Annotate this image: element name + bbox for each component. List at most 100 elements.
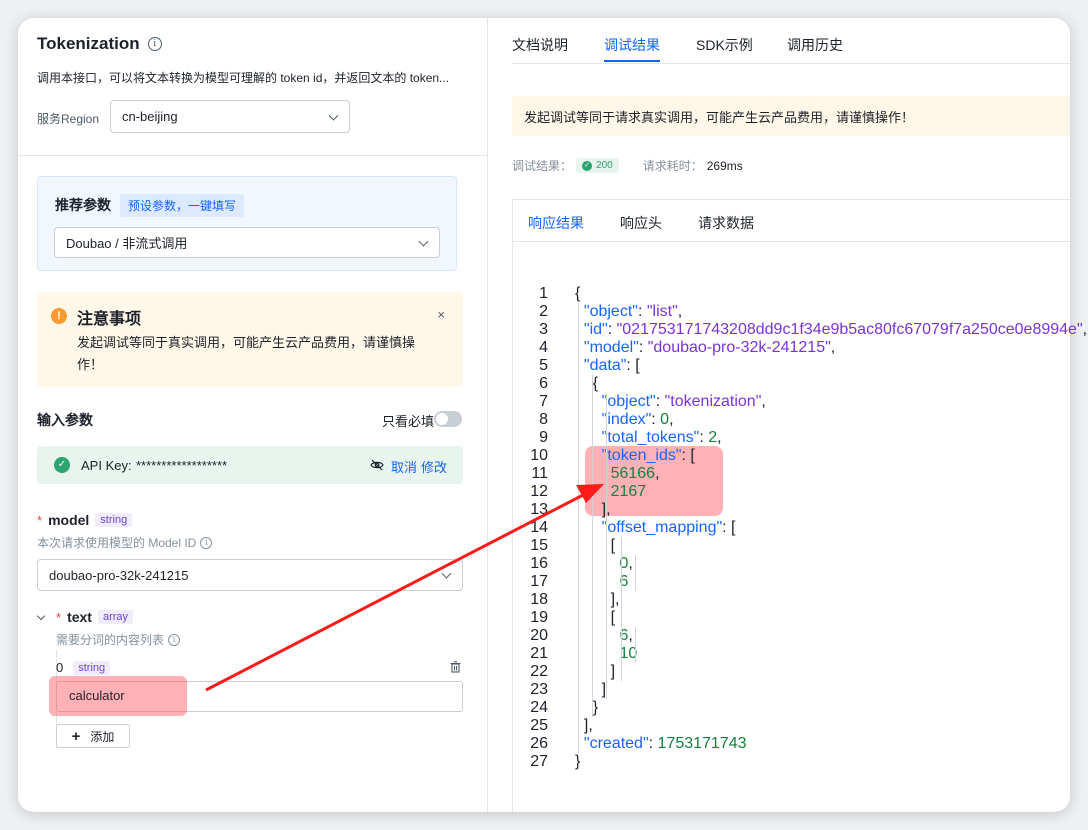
info-icon[interactable]: i [168,633,181,646]
code-text: [ [575,609,616,626]
line-number: 4 [539,339,548,356]
line-number: 12 [530,483,548,500]
recommend-title: 推荐参数 [55,197,111,213]
status-row: 调试结果： ✓ 200 请求耗时： 269ms [512,157,743,174]
close-icon[interactable]: × [437,307,445,322]
top-tabs: 文档说明 调试结果 SDK示例 调用历史 [512,18,1070,64]
code-text: "model": "doubao-pro-32k-241215", [583,339,836,356]
text-type-tag: array [97,610,134,624]
info-icon[interactable]: i [200,536,213,549]
recommend-select-value: Doubao / 非流式调用 [66,236,188,251]
region-label: 服务Region [37,112,100,126]
plus-icon: + [71,727,81,745]
model-select-value: doubao-pro-32k-241215 [49,567,189,583]
api-key-edit-button[interactable]: 修改 [421,457,447,476]
model-type-tag: string [95,513,133,527]
region-select[interactable]: cn-beijing [110,100,350,133]
line-number: 27 [530,753,548,770]
line-number: 2 [539,303,548,320]
text-desc-text: 需要分词的内容列表 [56,633,165,647]
eye-off-icon[interactable] [370,458,384,472]
api-key-cancel-button[interactable]: 取消 [391,457,417,476]
recommend-params-box: 推荐参数 预设参数，一键填写 Doubao / 非流式调用 [37,176,457,271]
tab-debug-results[interactable]: 调试结果 [604,35,660,55]
code-text: 56166, [610,465,660,482]
line-number: 18 [530,591,548,608]
code-text: "total_tokens": 2, [601,429,722,446]
code-text: ], [575,591,620,608]
indent-guide [578,303,579,753]
code-text: "offset_mapping": [ [601,519,736,536]
code-text: 2167 [610,483,647,500]
api-key-box: ✓ API Key: ****************** 取消 修改 [37,446,463,484]
line-number: 19 [530,609,548,626]
code-text: "data": [ [583,357,640,374]
chevron-down-icon [441,568,452,579]
line-number: 9 [539,429,548,446]
model-select[interactable]: doubao-pro-32k-241215 [37,559,463,591]
required-only-label: 只看必填 [381,414,434,429]
code-text: "created": 1753171743 [583,735,747,752]
status-badge: ✓ 200 [576,158,619,173]
line-number: 6 [539,375,548,392]
warning-box: ! 注意事项 × 发起调试等同于真实调用，可能产生云产品费用，请谨慎操作！ [37,292,463,387]
check-icon: ✓ [54,457,70,473]
panel-tabs: 响应结果 响应头 请求数据 [513,200,1070,242]
line-number: 20 [530,627,548,644]
model-desc-text: 本次请求使用模型的 Model ID [37,536,197,550]
line-number: 13 [530,501,548,518]
required-star: * [56,609,62,625]
tab-docs[interactable]: 文档说明 [512,35,568,55]
line-number: 11 [531,465,548,482]
code-text: "object": "tokenization", [601,393,766,410]
required-only-toggle[interactable] [434,411,462,427]
cost-notice: 发起调试等同于请求真实调用，可能产生云产品费用，请谨慎操作！ [512,96,1070,136]
required-star: * [37,512,43,528]
indent-guide [606,393,607,699]
divider [18,155,488,156]
warning-icon: ! [51,308,67,324]
line-number: 24 [530,699,548,716]
indent-guide [592,375,593,717]
code-text: { [575,285,581,302]
line-number: 8 [539,411,548,428]
preset-tag[interactable]: 预设参数，一键填写 [120,194,245,217]
indent-guide [621,537,622,681]
indent-guide [635,627,636,663]
time-label: 请求耗时： [642,159,703,173]
model-field-header: * model string [37,512,133,528]
tab-call-history[interactable]: 调用历史 [787,35,843,55]
line-number: 1 [539,285,548,302]
page-title: Tokenization [37,34,140,53]
chevron-down-icon[interactable] [36,611,46,620]
info-icon[interactable]: i [147,37,162,51]
indent-guide [635,555,636,591]
code-text: [ [575,537,616,554]
active-tab-indicator [604,60,660,62]
add-label: 添加 [90,729,115,744]
line-number: 14 [530,519,548,536]
tab-response-headers[interactable]: 响应头 [620,213,662,233]
text-item-header: 0 string [56,660,111,675]
line-number: 25 [530,717,548,734]
code-text: "object": "list", [583,303,683,320]
text-field-header: * text array [36,609,134,625]
line-number: 17 [530,573,548,590]
recommend-select[interactable]: Doubao / 非流式调用 [54,227,440,258]
tab-request-data[interactable]: 请求数据 [698,213,754,233]
text-field-desc: 需要分词的内容列表 i [56,631,181,648]
page-description: 调用本接口，可以将文本转换为模型可理解的 token id，并返回文本的 tok… [37,71,450,85]
warning-text: 发起调试等同于真实调用，可能产生云产品费用，请谨慎操作！ [77,335,416,372]
trash-icon[interactable] [450,661,461,673]
model-field-desc: 本次请求使用模型的 Model ID i [37,534,213,551]
line-number: 15 [530,537,548,554]
text-item-value: calculator [69,688,125,703]
input-params-title: 输入参数 [37,412,93,428]
line-number: 3 [539,321,548,338]
tab-response-result[interactable]: 响应结果 [528,213,584,233]
text-item-type-tag: string [73,660,111,675]
line-number: 22 [530,663,548,680]
tab-sdk-examples[interactable]: SDK示例 [696,35,753,55]
region-value: cn-beijing [122,109,178,124]
add-item-button[interactable]: + 添加 [56,724,130,748]
